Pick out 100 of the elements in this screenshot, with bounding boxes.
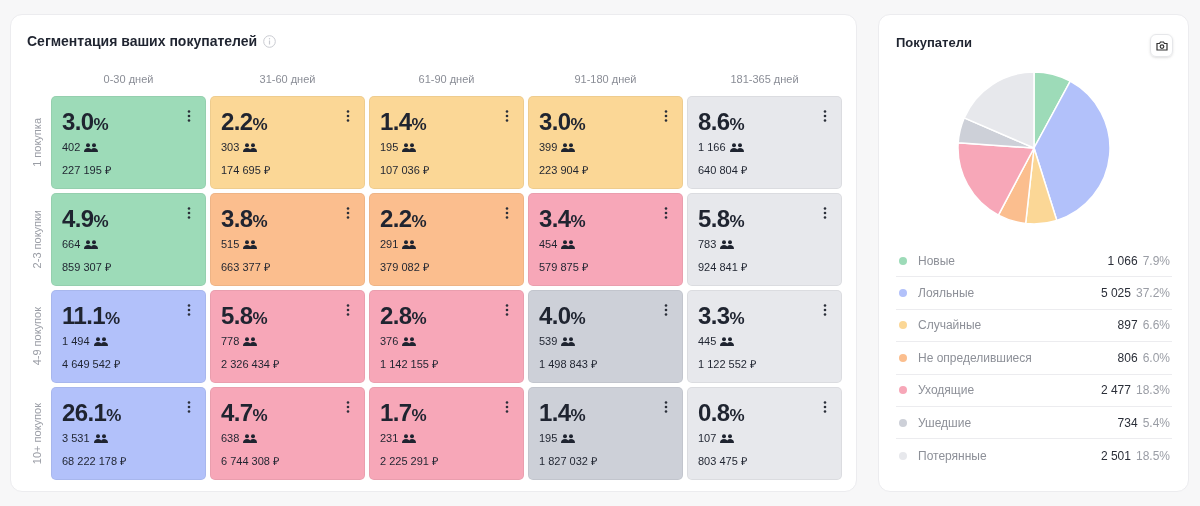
customer-count: 539	[539, 333, 558, 349]
customer-count: 1 166	[698, 139, 726, 155]
customer-count: 195	[380, 139, 399, 155]
more-icon[interactable]	[823, 110, 827, 122]
customer-count: 445	[698, 333, 717, 349]
segment-tile[interactable]: 3.4% 454 579 875 ₽	[528, 193, 683, 286]
customer-count: 778	[221, 333, 240, 349]
people-icon	[720, 433, 735, 443]
legend-label: Новые	[918, 252, 956, 270]
segment-tile[interactable]: 3.0% 402 227 195 ₽	[51, 96, 206, 189]
people-icon	[84, 239, 99, 249]
people-icon	[243, 336, 258, 346]
more-icon[interactable]	[823, 401, 827, 413]
revenue-amount: 107 036 ₽	[380, 164, 429, 176]
legend-share: 18.3%	[1135, 382, 1170, 400]
segment-tile[interactable]: 3.8% 515 663 377 ₽	[210, 193, 365, 286]
segment-tile[interactable]: 5.8% 778 2 326 434 ₽	[210, 290, 365, 383]
customer-count: 303	[221, 139, 240, 155]
revenue-amount: 859 307 ₽	[62, 261, 111, 273]
more-icon[interactable]	[505, 110, 509, 122]
people-icon	[243, 239, 258, 249]
segment-tile[interactable]: 1.4% 195 107 036 ₽	[369, 96, 524, 189]
more-icon[interactable]	[664, 401, 668, 413]
column-header: 181-365 дней	[730, 72, 799, 87]
more-icon[interactable]	[346, 207, 350, 219]
segment-tile[interactable]: 1.7% 231 2 225 291 ₽	[369, 387, 524, 480]
more-icon[interactable]	[187, 207, 191, 219]
more-icon[interactable]	[187, 401, 191, 413]
segment-tile[interactable]: 26.1% 3 531 68 222 178 ₽	[51, 387, 206, 480]
more-icon[interactable]	[823, 207, 827, 219]
segment-share: 0.8%	[698, 400, 745, 426]
more-icon[interactable]	[187, 110, 191, 122]
segment-tile[interactable]: 2.2% 291 379 082 ₽	[369, 193, 524, 286]
people-icon	[561, 336, 576, 346]
segment-share: 4.0%	[539, 303, 586, 329]
pie-slice	[962, 71, 1035, 149]
segment-tile[interactable]: 11.1% 1 494 4 649 542 ₽	[51, 290, 206, 383]
more-icon[interactable]	[346, 304, 350, 316]
segment-tile[interactable]: 0.8% 107 803 475 ₽	[687, 387, 842, 480]
legend-share: 18.5%	[1135, 447, 1170, 465]
more-icon[interactable]	[664, 110, 668, 122]
revenue-amount: 4 649 542 ₽	[62, 358, 120, 370]
more-icon[interactable]	[346, 110, 350, 122]
legend-label: Не определившиеся	[918, 349, 1033, 367]
customer-count: 107	[698, 430, 717, 446]
segment-share: 11.1%	[62, 303, 121, 329]
revenue-amount: 6 744 308 ₽	[221, 455, 279, 467]
segment-share: 26.1%	[62, 400, 122, 426]
people-icon	[720, 336, 735, 346]
customer-count: 195	[539, 430, 558, 446]
segment-share: 2.2%	[380, 206, 427, 232]
segment-tile[interactable]: 3.0% 399 223 904 ₽	[528, 96, 683, 189]
revenue-amount: 68 222 178 ₽	[62, 455, 127, 467]
segment-tile[interactable]: 4.0% 539 1 498 843 ₽	[528, 290, 683, 383]
customer-count: 1 494	[62, 333, 90, 349]
segment-tile[interactable]: 5.8% 783 924 841 ₽	[687, 193, 842, 286]
column-header: 91-180 дней	[574, 72, 637, 87]
segment-tile[interactable]: 4.9% 664 859 307 ₽	[51, 193, 206, 286]
segment-share: 1.7%	[380, 400, 427, 426]
people-icon	[402, 336, 417, 346]
segment-tile[interactable]: 2.2% 303 174 695 ₽	[210, 96, 365, 189]
customer-count: 3 531	[62, 430, 90, 446]
revenue-amount: 174 695 ₽	[221, 164, 270, 176]
segment-tile[interactable]: 4.7% 638 6 744 308 ₽	[210, 387, 365, 480]
legend-label: Лояльные	[918, 285, 976, 303]
revenue-amount: 227 195 ₽	[62, 164, 111, 176]
people-icon	[93, 433, 108, 443]
segment-tile[interactable]: 8.6% 1 166 640 804 ₽	[687, 96, 842, 189]
legend-count: 1 066	[1107, 252, 1138, 270]
more-icon[interactable]	[346, 401, 350, 413]
segment-tile[interactable]: 2.8% 376 1 142 155 ₽	[369, 290, 524, 383]
more-icon[interactable]	[505, 401, 509, 413]
more-icon[interactable]	[664, 304, 668, 316]
people-icon	[243, 142, 258, 152]
revenue-amount: 803 475 ₽	[698, 455, 747, 467]
revenue-amount: 1 142 155 ₽	[380, 358, 438, 370]
legend-share: 5.4%	[1142, 414, 1170, 432]
legend-count: 2 477	[1100, 382, 1131, 400]
pie-slice	[956, 142, 1035, 216]
segment-share: 3.3%	[698, 303, 745, 329]
revenue-amount: 1 498 843 ₽	[539, 358, 597, 370]
more-icon[interactable]	[823, 304, 827, 316]
customer-count: 402	[62, 139, 81, 155]
revenue-amount: 1 827 032 ₽	[539, 455, 597, 467]
segment-share: 1.4%	[380, 109, 427, 135]
more-icon[interactable]	[187, 304, 191, 316]
revenue-amount: 379 082 ₽	[380, 261, 429, 273]
segment-share: 1.4%	[539, 400, 586, 426]
legend-label: Потерянные	[918, 447, 988, 465]
more-icon[interactable]	[505, 207, 509, 219]
more-icon[interactable]	[505, 304, 509, 316]
people-icon	[93, 336, 108, 346]
segment-tile[interactable]: 1.4% 195 1 827 032 ₽	[528, 387, 683, 480]
camera-button[interactable]	[1150, 34, 1173, 57]
more-icon[interactable]	[664, 207, 668, 219]
customer-count: 515	[221, 236, 240, 252]
legend-count: 897	[1117, 317, 1138, 335]
segment-tile[interactable]: 3.3% 445 1 122 552 ₽	[687, 290, 842, 383]
legend-share: 6.6%	[1142, 317, 1170, 335]
segment-share: 2.8%	[380, 303, 427, 329]
